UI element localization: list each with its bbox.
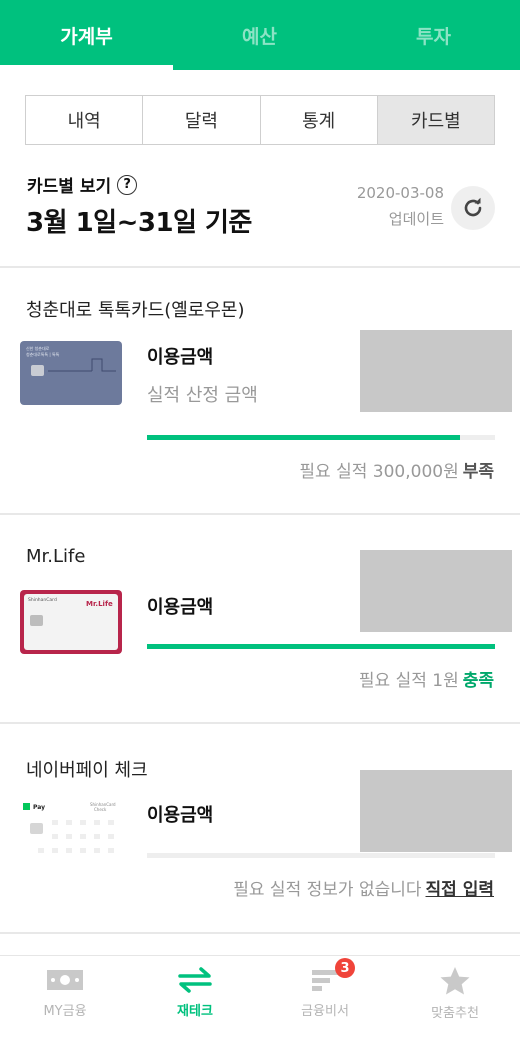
card-image[interactable]: Pay ShinhanCard Check xyxy=(20,798,122,862)
tab-gagyebu[interactable]: 가계부 xyxy=(0,0,173,70)
tab-investment[interactable]: 투자 xyxy=(347,0,520,70)
progress-bar xyxy=(147,644,495,649)
refresh-button[interactable] xyxy=(451,186,495,230)
segment-calendar[interactable]: 달력 xyxy=(143,96,261,144)
period-label: 3월 1일~31일 기준 xyxy=(26,208,252,238)
card-image[interactable]: 신한 청춘대로 청춘대로톡톡 | 톡톡 xyxy=(20,341,122,405)
divider xyxy=(0,513,520,515)
view-segmented-control: 내역 달력 통계 카드별 xyxy=(25,95,495,145)
tab-budget[interactable]: 예산 xyxy=(173,0,346,70)
help-icon[interactable]: ? xyxy=(117,174,138,195)
card-image-text: Mr.Life xyxy=(86,600,113,608)
refresh-icon xyxy=(464,197,482,217)
card-name: Mr.Life xyxy=(26,546,86,567)
section-title-text: 카드별 보기 xyxy=(27,177,112,197)
section-title: 카드별 보기 ? xyxy=(27,172,138,197)
masked-amount xyxy=(360,770,512,852)
usage-amount-label: 이용금액 xyxy=(147,597,214,618)
active-tab-indicator xyxy=(0,65,173,70)
progress-bar xyxy=(147,435,495,440)
segment-stats[interactable]: 통계 xyxy=(260,96,378,144)
usage-amount-label: 이용금액 xyxy=(147,347,214,368)
manual-input-link[interactable]: 직접 입력 xyxy=(426,880,494,900)
card-brand-text: ShinhanCard xyxy=(28,597,57,603)
progress-fill xyxy=(147,644,495,649)
star-icon xyxy=(440,967,470,995)
nav-recommendation[interactable]: 맞춤추천 xyxy=(390,956,520,1041)
svg-text:신한 청춘대로: 신한 청춘대로 xyxy=(26,345,50,351)
segment-history[interactable]: 내역 xyxy=(26,96,144,144)
bottom-navigation: MY금융 재테크 3 금융비서 맞춤추천 xyxy=(0,955,520,1041)
update-label: 업데이트 xyxy=(388,210,444,228)
exchange-icon xyxy=(178,967,212,993)
card-image[interactable]: ShinhanCard Mr.Life xyxy=(20,590,122,654)
requirement-row: 필요 실적 정보가 없습니다 직접 입력 xyxy=(233,875,494,900)
card-image-text: 청춘대로톡톡 | 톡톡 xyxy=(26,351,60,357)
usage-amount-label: 이용금액 xyxy=(147,805,214,826)
card-name: 네이버페이 체크 xyxy=(26,760,148,781)
nav-financial-assistant[interactable]: 3 금융비서 xyxy=(260,956,390,1041)
notification-badge: 3 xyxy=(335,958,355,978)
segment-by-card[interactable]: 카드별 xyxy=(377,96,494,144)
nav-label: MY금융 xyxy=(43,1004,87,1019)
status-badge: 부족 xyxy=(462,462,494,482)
nav-label: 금융비서 xyxy=(301,1004,349,1019)
top-tab-bar: 가계부 예산 투자 xyxy=(0,0,520,70)
masked-amount xyxy=(360,550,512,632)
progress-fill xyxy=(147,435,461,440)
card-name: 청춘대로 톡톡카드(옐로우몬) xyxy=(26,300,245,321)
nav-my-finance[interactable]: MY금융 xyxy=(0,956,130,1041)
divider xyxy=(0,932,520,934)
progress-bar xyxy=(147,853,495,858)
requirement-row: 필요 실적 300,000원 부족 xyxy=(299,457,494,482)
card-image-text: Pay xyxy=(33,804,45,811)
masked-amount xyxy=(360,330,512,412)
money-icon xyxy=(47,970,83,990)
nav-label: 재테크 xyxy=(177,1004,213,1019)
requirement-text: 필요 실적 1원 xyxy=(358,671,459,691)
requirement-text: 필요 실적 정보가 없습니다 xyxy=(233,880,422,900)
card-sub-text: Check xyxy=(94,807,107,812)
requirement-text: 필요 실적 300,000원 xyxy=(299,462,459,482)
performance-amount-label: 실적 산정 금액 xyxy=(147,385,258,406)
requirement-row: 필요 실적 1원 충족 xyxy=(359,666,494,691)
update-date: 2020-03-08 xyxy=(356,184,444,202)
nav-label: 맞춤추천 xyxy=(431,1006,479,1021)
divider xyxy=(0,722,520,724)
divider xyxy=(0,266,520,268)
nav-investment[interactable]: 재테크 xyxy=(130,956,260,1041)
status-badge: 충족 xyxy=(462,671,494,691)
